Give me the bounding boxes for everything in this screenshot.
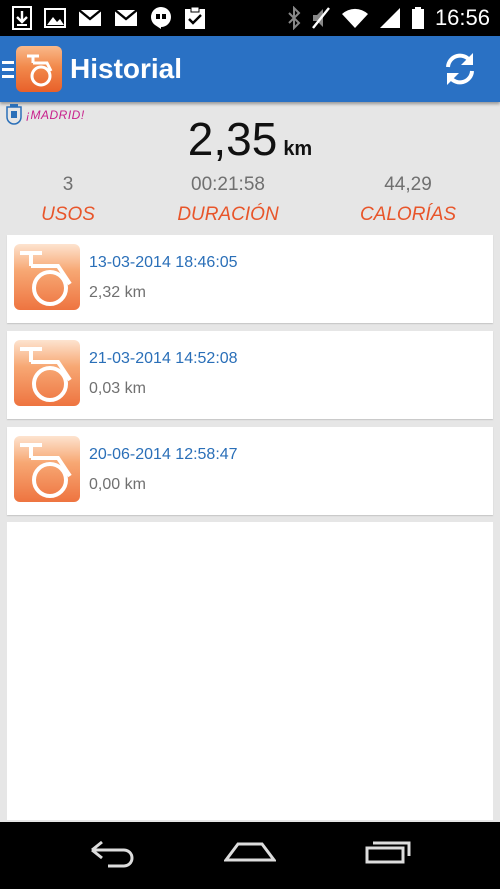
menu-icon[interactable]: [2, 57, 14, 81]
history-distance: 2,32 km: [89, 284, 146, 301]
wifi-icon: [341, 8, 368, 28]
total-distance-unit: km: [283, 138, 313, 160]
page-title: Historial: [70, 53, 183, 84]
list-item[interactable]: 20-06-2014 12:58:47 0,00 km: [7, 427, 493, 515]
gmail-icon: [78, 9, 102, 26]
bike-thumbnail-icon: [14, 340, 80, 406]
stat-value: 3: [62, 174, 74, 195]
navigation-bar: [0, 822, 500, 889]
image-icon: [44, 8, 66, 28]
bike-logo-icon[interactable]: [16, 46, 62, 92]
gmail-icon: [114, 9, 138, 26]
stat-label: CALORÍAS: [359, 204, 457, 225]
list-empty-area: [7, 522, 493, 820]
history-date: 20-06-2014 12:58:47: [89, 446, 238, 463]
list-item[interactable]: 21-03-2014 14:52:08 0,03 km: [7, 331, 493, 419]
bike-thumbnail-icon: [14, 436, 80, 502]
clipboard-check-icon: [185, 6, 205, 29]
history-date: 21-03-2014 14:52:08: [89, 350, 238, 367]
signal-icon: [379, 8, 400, 28]
bluetooth-icon: [288, 6, 301, 30]
mute-icon: [312, 7, 330, 29]
refresh-icon[interactable]: [440, 49, 480, 89]
clock-time: 16:56: [434, 5, 490, 30]
total-distance: 2,35 km: [0, 112, 500, 166]
stat-usos: 3 USOS: [18, 174, 118, 226]
stat-value: 44,29: [384, 174, 432, 195]
stat-value: 00:21:58: [191, 174, 265, 195]
status-bar: 16:56: [0, 0, 500, 36]
battery-icon: [411, 7, 424, 29]
bike-thumbnail-icon: [14, 244, 80, 310]
total-distance-value: 2,35: [187, 113, 278, 165]
history-distance: 0,03 km: [89, 380, 146, 397]
hangouts-icon: [151, 7, 171, 29]
back-icon[interactable]: [88, 834, 136, 874]
stat-label: DURACIÓN: [177, 204, 279, 225]
stat-calorias: 44,29 CALORÍAS: [348, 174, 468, 226]
stat-label: USOS: [41, 204, 95, 225]
home-icon[interactable]: [224, 834, 276, 874]
stat-duracion: 00:21:58 DURACIÓN: [168, 174, 288, 226]
history-distance: 0,00 km: [89, 476, 146, 493]
list-item[interactable]: 13-03-2014 18:46:05 2,32 km: [7, 235, 493, 323]
history-date: 13-03-2014 18:46:05: [89, 254, 238, 271]
app-bar: Historial: [0, 36, 500, 102]
recents-icon[interactable]: [364, 834, 414, 874]
download-icon: [12, 6, 32, 30]
